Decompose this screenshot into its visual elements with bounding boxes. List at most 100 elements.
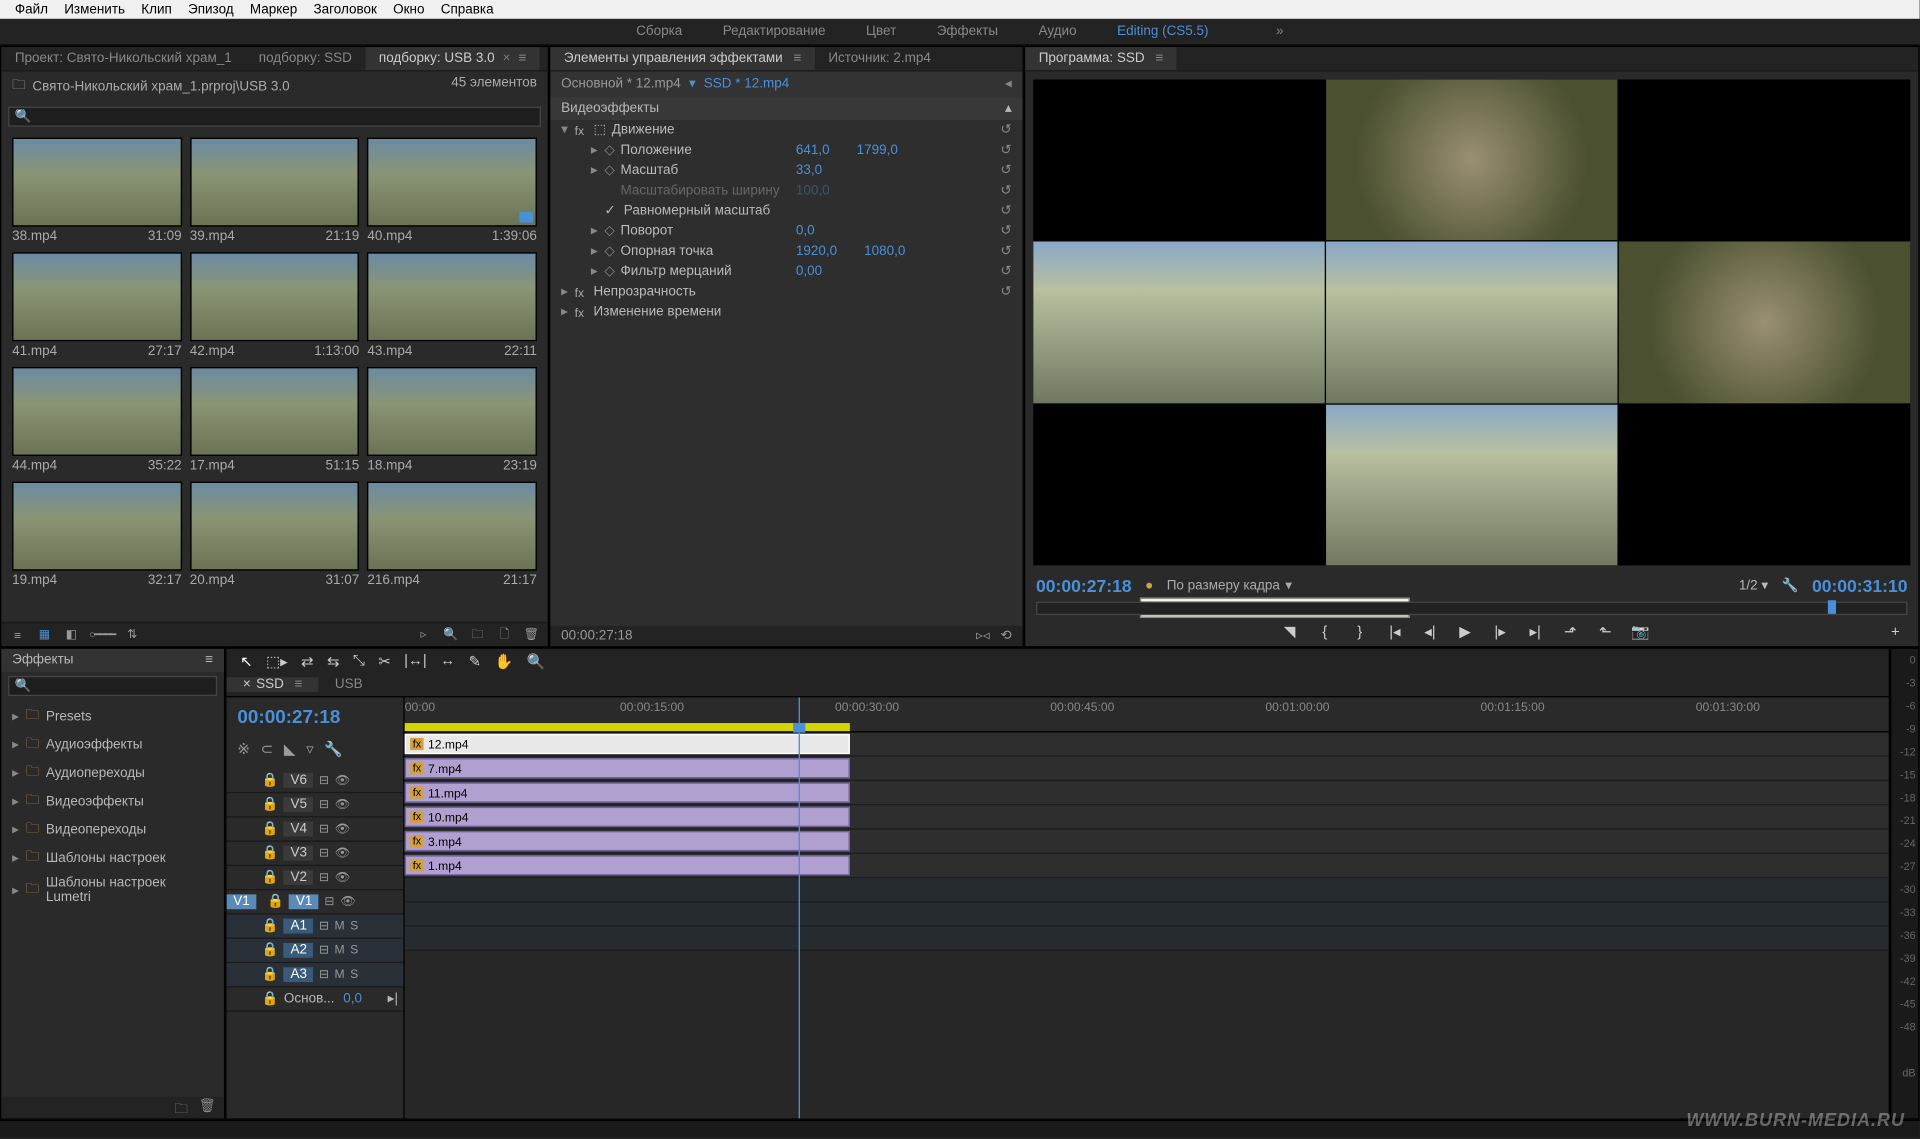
reset-icon[interactable]: ↺ xyxy=(1000,183,1011,198)
sync-lock-icon[interactable]: ⊟ xyxy=(319,943,329,958)
video-track[interactable]: fx11.mp4 xyxy=(405,781,1889,805)
clip-thumbnail[interactable]: 43.mp422:11 xyxy=(367,252,537,359)
effect-folder[interactable]: ▸🗀Видеопереходы xyxy=(1,816,224,844)
extract-icon[interactable]: ⬑ xyxy=(1596,623,1615,641)
track-name[interactable]: V5 xyxy=(284,797,314,812)
find-icon[interactable]: 🔍 xyxy=(441,627,460,643)
expand-icon[interactable]: ▸ xyxy=(591,163,604,178)
track-name[interactable]: A2 xyxy=(284,943,314,958)
ws-cs55[interactable]: Editing (CS5.5) xyxy=(1117,24,1208,39)
prop-value[interactable]: 1920,0 xyxy=(796,244,837,259)
lift-icon[interactable]: ⬏ xyxy=(1561,623,1580,641)
mark-out-icon[interactable]: { xyxy=(1315,624,1334,640)
project-search-input[interactable] xyxy=(8,107,541,127)
ec-play-icon[interactable]: ▹◃ xyxy=(976,629,990,644)
automate-icon[interactable]: ▹ xyxy=(414,627,433,643)
effect-folder[interactable]: ▸🗀Шаблоны настроек xyxy=(1,844,224,872)
zoom-icon[interactable]: 🔍 xyxy=(526,652,544,670)
reset-icon[interactable]: ↺ xyxy=(1000,123,1011,138)
video-track[interactable]: fx3.mp4 xyxy=(405,830,1889,854)
lock-icon[interactable]: 🔒 xyxy=(262,870,279,885)
track-name[interactable]: V2 xyxy=(284,870,314,885)
ec-toggle-timeline[interactable]: ◂ xyxy=(1005,77,1012,92)
sync-lock-icon[interactable]: ⊟ xyxy=(319,870,329,885)
timeline-ruler[interactable]: 00:0000:00:15:0000:00:30:0000:00:45:0000… xyxy=(405,697,1889,732)
sync-lock-icon[interactable]: ⊟ xyxy=(324,894,334,909)
linked-sel-icon[interactable]: ⊂ xyxy=(261,741,273,759)
prop-value[interactable]: 33,0 xyxy=(796,163,822,178)
hand-icon[interactable]: ✋ xyxy=(494,652,512,670)
lock-icon[interactable]: 🔒 xyxy=(262,992,279,1007)
clip-thumbnail[interactable]: 42.mp41:13:00 xyxy=(190,252,360,359)
menu-help[interactable]: Справка xyxy=(433,2,502,17)
toggle-track-icon[interactable]: 👁 xyxy=(335,870,350,885)
ec-sequence[interactable]: SSD * 12.mp4 xyxy=(704,77,789,92)
master-track-header[interactable]: 🔒Основ...0,0▸| xyxy=(227,987,404,1011)
program-tc-left[interactable]: 00:00:27:18 xyxy=(1036,576,1132,596)
expand-icon[interactable]: ▸ xyxy=(591,244,604,259)
sync-lock-icon[interactable]: ⊟ xyxy=(319,773,329,788)
toggle-track-icon[interactable]: 👁 xyxy=(335,822,350,837)
track-name[interactable]: A3 xyxy=(284,967,314,982)
clip-thumbnail[interactable]: 18.mp423:19 xyxy=(367,367,537,474)
rate-stretch-icon[interactable]: ⤡ xyxy=(353,652,365,670)
timeline-clip[interactable]: fx10.mp4 xyxy=(405,807,850,827)
expand-icon[interactable]: ▸ xyxy=(561,285,574,300)
timeline-clip[interactable]: fx12.mp4 xyxy=(405,734,850,754)
pen-icon[interactable]: ✎ xyxy=(469,652,481,670)
sync-lock-icon[interactable]: ⊟ xyxy=(319,797,329,812)
effect-folder[interactable]: ▸🗀Шаблоны настроек Lumetri xyxy=(1,873,224,908)
ec-loop-icon[interactable]: ⟲ xyxy=(1000,629,1011,644)
wrench-icon[interactable]: 🔧 xyxy=(324,741,342,759)
rolling-edit-icon[interactable]: ⇆ xyxy=(327,652,339,670)
keyframe-icon[interactable]: ◇ xyxy=(604,224,620,239)
lock-icon[interactable]: 🔒 xyxy=(262,797,279,812)
sync-lock-icon[interactable]: ⊟ xyxy=(319,967,329,982)
prop-value[interactable]: 0,00 xyxy=(796,264,822,279)
video-track-header[interactable]: 🔒 V2 ⊟ 👁 xyxy=(227,866,404,890)
reset-icon[interactable]: ↺ xyxy=(1000,224,1011,239)
effect-folder[interactable]: ▸🗀Аудиопереходы xyxy=(1,759,224,787)
program-viewer[interactable] xyxy=(1033,80,1910,566)
selection-tool-icon[interactable]: ↖ xyxy=(240,652,252,670)
mark-in-icon[interactable]: ◥ xyxy=(1280,623,1299,641)
lock-icon[interactable]: 🔒 xyxy=(262,846,279,861)
video-track-header[interactable]: V1🔒V1⊟👁 xyxy=(227,890,404,914)
track-name[interactable]: V1 xyxy=(289,894,319,909)
project-tab-ssd[interactable]: подборку: SSD xyxy=(245,47,365,70)
ws-color[interactable]: Цвет xyxy=(866,24,896,39)
timeline-clip[interactable]: fx7.mp4 xyxy=(405,758,850,778)
video-track[interactable]: fx1.mp4 xyxy=(405,854,1889,878)
prop-value[interactable]: 100,0 xyxy=(796,183,830,198)
video-track-header[interactable]: 🔒V3⊟👁 xyxy=(227,842,404,866)
ws-editing[interactable]: Редактирование xyxy=(723,24,826,39)
project-tab-usb[interactable]: подборку: USB 3.0×≡ xyxy=(365,47,540,70)
new-item-icon[interactable]: 🗋 xyxy=(495,627,514,643)
reset-icon[interactable]: ↺ xyxy=(1000,244,1011,259)
lock-icon[interactable]: 🔒 xyxy=(262,967,279,982)
clip-thumbnail[interactable]: 38.mp431:09 xyxy=(12,138,182,245)
toggle-track-icon[interactable]: 👁 xyxy=(340,894,355,909)
fx-badge[interactable]: fx xyxy=(575,285,594,298)
sync-lock-icon[interactable]: ⊟ xyxy=(319,919,329,934)
ws-assembly[interactable]: Сборка xyxy=(636,24,682,39)
audio-track-header[interactable]: 🔒A1⊟MS xyxy=(227,915,404,939)
expand-icon[interactable]: ▸ xyxy=(591,224,604,239)
checkbox[interactable]: ✓ xyxy=(604,204,615,219)
audio-track[interactable] xyxy=(405,878,1889,902)
keyframe-icon[interactable]: ◇ xyxy=(604,264,620,279)
settings-icon[interactable]: 🔧 xyxy=(1782,579,1799,594)
track-name[interactable]: V4 xyxy=(284,822,314,837)
zoom-slider[interactable]: ○━━━━ xyxy=(89,629,115,641)
lock-icon[interactable]: 🔒 xyxy=(267,894,284,909)
sync-lock-icon[interactable]: ⊟ xyxy=(319,846,329,861)
audio-track[interactable] xyxy=(405,927,1889,951)
video-track[interactable]: fx12.mp4 xyxy=(405,733,1889,757)
lock-icon[interactable]: 🔒 xyxy=(262,919,279,934)
reset-icon[interactable]: ↺ xyxy=(1000,143,1011,158)
video-track[interactable]: fx7.mp4 xyxy=(405,757,1889,781)
toggle-track-icon[interactable]: 👁 xyxy=(335,773,350,788)
menu-window[interactable]: Окно xyxy=(385,2,433,17)
timeline-timecode[interactable]: 00:00:27:18 xyxy=(227,697,404,735)
timeline-tracks[interactable]: 00:0000:00:15:0000:00:30:0000:00:45:0000… xyxy=(405,697,1889,1118)
